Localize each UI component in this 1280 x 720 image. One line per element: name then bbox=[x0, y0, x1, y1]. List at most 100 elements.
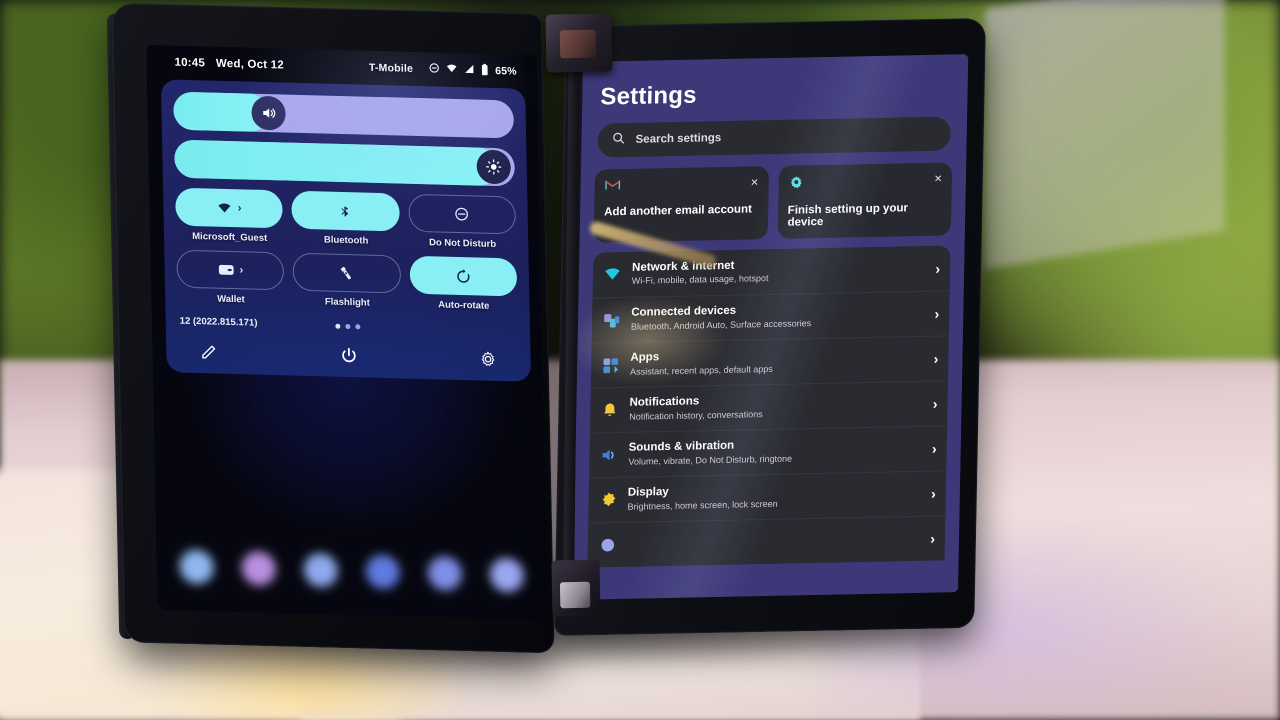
row-title bbox=[627, 538, 920, 544]
settings-row-sounds-text: Sounds & vibration Volume, vibrate, Do N… bbox=[628, 435, 922, 468]
gear-icon bbox=[788, 174, 803, 194]
dock-icon-6[interactable] bbox=[489, 557, 524, 593]
tile-bluetooth[interactable]: Bluetooth bbox=[291, 190, 400, 248]
suggestion-card-email-label: Add another email account bbox=[604, 203, 752, 219]
tile-wallet[interactable]: › Wallet bbox=[176, 249, 285, 307]
quick-settings-tiles: › Microsoft_Guest Bluetooth Do Not Distu… bbox=[175, 187, 518, 313]
close-icon[interactable]: × bbox=[934, 171, 942, 186]
settings-row-connected-devices[interactable]: Connected devices Bluetooth, Android Aut… bbox=[591, 290, 950, 343]
tile-do-not-disturb-button[interactable] bbox=[407, 193, 517, 235]
status-carrier: T-Mobile bbox=[368, 61, 414, 75]
brightness-slider[interactable] bbox=[174, 139, 516, 187]
tile-auto-rotate-button[interactable] bbox=[409, 255, 518, 297]
settings-row-display[interactable]: Display Brightness, home screen, lock sc… bbox=[588, 470, 947, 523]
hinge-top bbox=[545, 13, 613, 73]
status-icons: T-Mobile 65% bbox=[369, 60, 517, 79]
pencil-icon[interactable] bbox=[200, 343, 217, 360]
chevron-right-icon: › bbox=[931, 440, 937, 457]
build-version-label: 12 (2022.815.171) bbox=[179, 315, 258, 329]
chevron-right-icon: › bbox=[933, 350, 939, 367]
cut-off-icon bbox=[598, 535, 617, 554]
wifi-icon bbox=[603, 265, 622, 284]
tile-do-not-disturb[interactable]: Do Not Disturb bbox=[407, 193, 517, 251]
search-icon bbox=[611, 131, 625, 150]
page-indicator[interactable] bbox=[335, 323, 361, 330]
brightness-slider-fill bbox=[174, 139, 499, 187]
dock-icon-3[interactable] bbox=[303, 552, 339, 588]
hinge-bottom-inner bbox=[559, 581, 591, 609]
dock-icon-1[interactable] bbox=[179, 549, 215, 585]
chevron-right-icon: › bbox=[935, 260, 941, 277]
display-sun-icon bbox=[598, 490, 617, 509]
tile-wallet-button[interactable]: › bbox=[176, 249, 285, 291]
dock-icon-4[interactable] bbox=[365, 554, 401, 590]
chevron-right-icon: › bbox=[930, 530, 936, 547]
dock-icon-2[interactable] bbox=[241, 551, 277, 586]
row-subtitle bbox=[627, 539, 920, 545]
speaker-icon bbox=[599, 445, 618, 464]
tile-bluetooth-button[interactable] bbox=[291, 190, 400, 232]
gmail-icon bbox=[604, 178, 621, 196]
settings-row-apps-text: Apps Assistant, recent apps, default app… bbox=[630, 345, 924, 378]
settings-row-cut-off-text bbox=[627, 538, 921, 545]
settings-row-cut-off[interactable]: › bbox=[587, 515, 946, 568]
dual-screen-device: 10:45 Wed, Oct 12 T-Mobile 65% › Microso… bbox=[0, 0, 1280, 720]
search-input[interactable]: Search settings bbox=[597, 116, 952, 158]
devices-icon bbox=[602, 311, 621, 330]
chevron-right-icon: › bbox=[931, 485, 936, 502]
settings-row-network[interactable]: Network & internet Wi-Fi, mobile, data u… bbox=[592, 245, 951, 298]
page-dot-2 bbox=[345, 323, 351, 330]
tile-flashlight-label: Flashlight bbox=[324, 296, 370, 309]
volume-icon[interactable] bbox=[251, 95, 287, 131]
dock-icon-5[interactable] bbox=[427, 555, 462, 591]
power-icon[interactable] bbox=[339, 346, 358, 365]
tile-auto-rotate-label: Auto-rotate bbox=[438, 299, 490, 312]
app-dock[interactable] bbox=[179, 544, 524, 597]
right-screen[interactable]: Settings Search settings × Add another e… bbox=[572, 54, 969, 600]
settings-row-connected-devices-text: Connected devices Bluetooth, Android Aut… bbox=[631, 300, 925, 333]
close-icon[interactable]: × bbox=[751, 174, 759, 189]
screenshot-stage: 10:45 Wed, Oct 12 T-Mobile 65% › Microso… bbox=[0, 0, 1280, 720]
tile-bluetooth-label: Bluetooth bbox=[323, 234, 369, 247]
status-date: Wed, Oct 12 bbox=[215, 57, 284, 72]
wallet-icon bbox=[218, 264, 234, 275]
settings-app: Settings Search settings × Add another e… bbox=[572, 54, 969, 600]
do-not-disturb-icon bbox=[455, 207, 469, 221]
volume-slider[interactable] bbox=[173, 91, 515, 139]
hinge-top-inner bbox=[559, 29, 597, 59]
tile-flashlight-button[interactable] bbox=[292, 252, 401, 294]
gear-icon[interactable] bbox=[479, 350, 496, 367]
settings-list: Network & internet Wi-Fi, mobile, data u… bbox=[573, 245, 965, 600]
chevron-right-icon: › bbox=[932, 395, 938, 412]
settings-row-display-text: Display Brightness, home screen, lock sc… bbox=[627, 480, 921, 513]
settings-row-notifications[interactable]: Notifications Notification history, conv… bbox=[589, 380, 949, 433]
tile-wifi[interactable]: › Microsoft_Guest bbox=[175, 187, 284, 245]
bluetooth-icon bbox=[341, 205, 349, 217]
bell-icon bbox=[600, 400, 619, 419]
tile-flashlight[interactable]: Flashlight bbox=[292, 252, 401, 310]
search-placeholder: Search settings bbox=[635, 132, 722, 146]
do-not-disturb-icon bbox=[429, 62, 440, 76]
wifi-icon bbox=[218, 202, 231, 213]
settings-row-notifications-text: Notifications Notification history, conv… bbox=[629, 390, 923, 423]
left-screen[interactable]: 10:45 Wed, Oct 12 T-Mobile 65% › Microso… bbox=[146, 44, 548, 621]
flashlight-icon bbox=[341, 266, 352, 279]
settings-row-apps[interactable]: Apps Assistant, recent apps, default app… bbox=[590, 335, 949, 388]
chevron-right-icon: › bbox=[934, 305, 940, 322]
hinge-bottom bbox=[551, 559, 601, 617]
quick-settings-panel: › Microsoft_Guest Bluetooth Do Not Distu… bbox=[160, 79, 532, 382]
brightness-icon[interactable] bbox=[476, 149, 512, 185]
status-time: 10:45 bbox=[174, 56, 206, 70]
wifi-icon bbox=[446, 63, 458, 77]
tile-auto-rotate[interactable]: Auto-rotate bbox=[409, 255, 518, 313]
tile-wifi-label: Microsoft_Guest bbox=[192, 231, 268, 244]
auto-rotate-icon bbox=[457, 268, 470, 283]
page-dot-3 bbox=[355, 324, 361, 330]
tile-wifi-button[interactable]: › bbox=[175, 187, 284, 229]
chevron-right-icon: › bbox=[239, 264, 244, 277]
suggestion-card-setup[interactable]: × Finish setting up your device bbox=[777, 162, 953, 239]
tile-wallet-label: Wallet bbox=[217, 293, 245, 306]
battery-percent: 65% bbox=[495, 65, 517, 78]
page-title: Settings bbox=[600, 81, 697, 111]
settings-row-sounds[interactable]: Sounds & vibration Volume, vibrate, Do N… bbox=[589, 425, 948, 478]
